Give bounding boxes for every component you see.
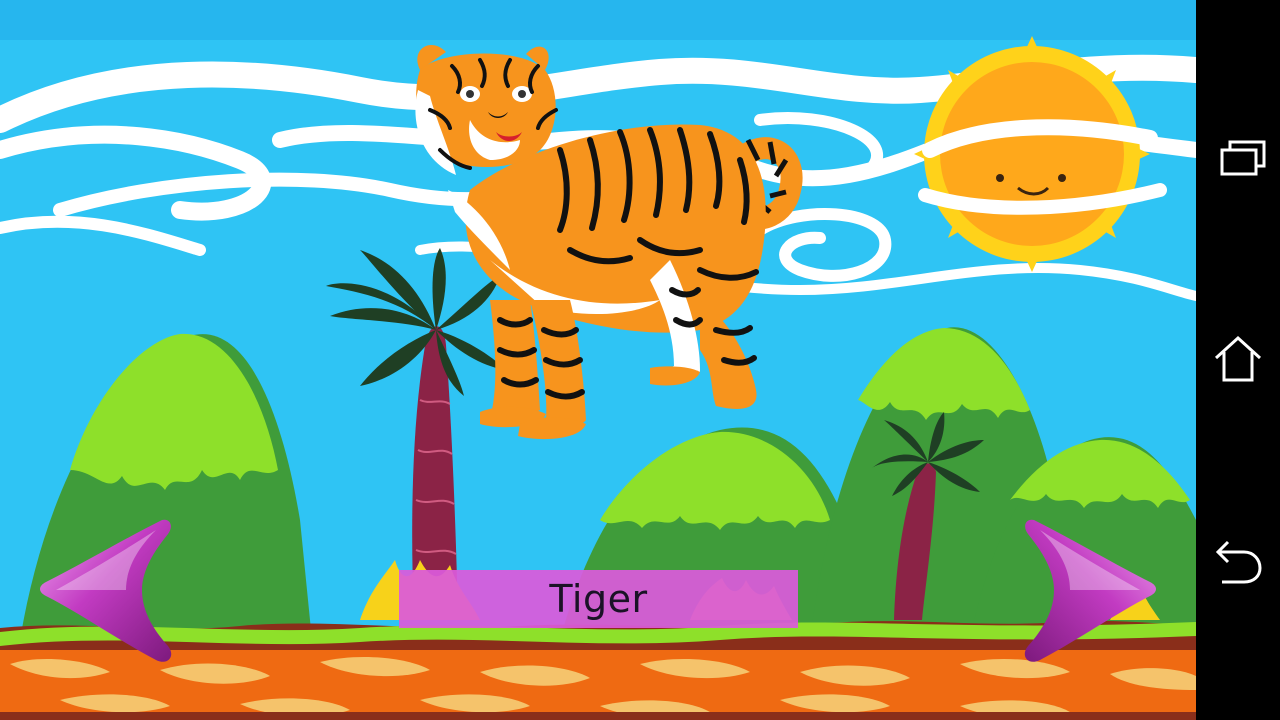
chevron-right-icon xyxy=(1024,519,1156,662)
previous-animal-button[interactable] xyxy=(38,512,198,668)
home-icon xyxy=(1214,335,1262,382)
chevron-left-icon xyxy=(40,519,172,662)
recents-button[interactable] xyxy=(1196,118,1280,198)
animal-name-banner: Tiger xyxy=(399,570,798,628)
back-icon xyxy=(1215,540,1262,584)
game-screen: Tiger xyxy=(0,0,1196,720)
recents-icon xyxy=(1220,140,1266,176)
animal-name-label: Tiger xyxy=(549,577,648,621)
back-button[interactable] xyxy=(1196,520,1280,600)
next-animal-button[interactable] xyxy=(998,512,1158,668)
system-navigation-bar xyxy=(1196,0,1280,720)
home-button[interactable] xyxy=(1196,318,1280,398)
